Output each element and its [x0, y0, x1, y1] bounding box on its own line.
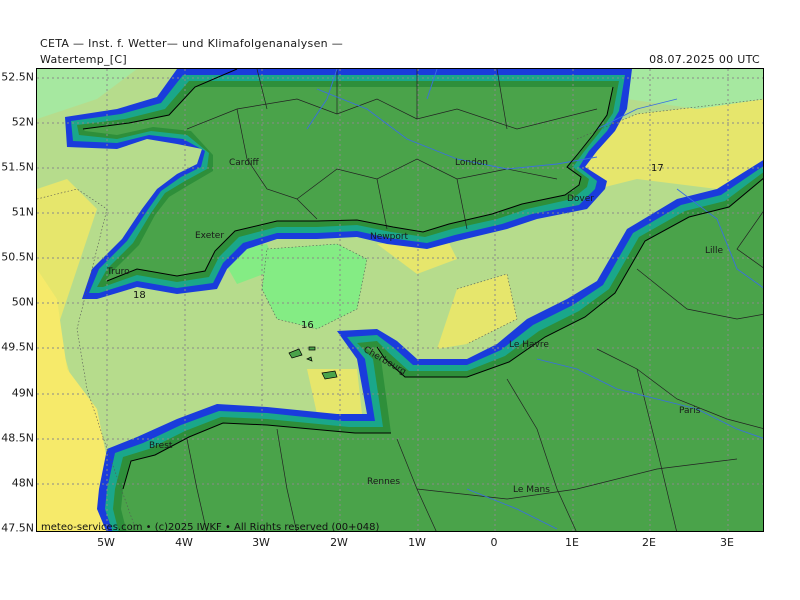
lat-label-52-5n: 52.5N [1, 70, 34, 84]
lat-label-49n: 49N [11, 386, 34, 400]
lon-label-0: 0 [490, 536, 498, 549]
city-newport: Newport [370, 232, 409, 242]
lat-label-52n: 52N [11, 115, 34, 129]
city-le-havre: Le Havre [509, 340, 549, 350]
lat-label-51-5n: 51.5N [1, 160, 34, 174]
city-paris: Paris [679, 406, 701, 416]
contour-label-16: 16 [301, 320, 314, 331]
city-truro: Truro [106, 267, 130, 277]
copyright-credit: meteo-services.com • (c)2025 IWKF • All … [41, 522, 380, 532]
city-rennes: Rennes [367, 477, 400, 487]
lat-label-48n: 48N [11, 476, 34, 490]
lon-label-1e: 1E [565, 536, 579, 549]
city-london: London [455, 158, 488, 168]
sea-temperature-map: Cardiff London Dover Lille Exeter Newpor… [37, 69, 763, 532]
lon-label-3e: 3E [720, 536, 734, 549]
lat-label-50n: 50N [11, 295, 34, 309]
city-brest: Brest [149, 441, 173, 451]
valid-datetime: 08.07.2025 00 UTC [649, 53, 760, 66]
lat-label-51n: 51N [11, 205, 34, 219]
lat-label-47-5n: 47.5N [1, 521, 34, 535]
variable-label: Watertemp_[C] [40, 53, 127, 66]
city-lille: Lille [705, 246, 724, 256]
contour-label-17: 17 [651, 163, 664, 174]
lat-label-48-5n: 48.5N [1, 431, 34, 445]
lon-label-2w: 2W [330, 536, 348, 549]
lat-label-50-5n: 50.5N [1, 250, 34, 264]
city-exeter: Exeter [195, 231, 224, 241]
lat-label-49-5n: 49.5N [1, 340, 34, 354]
map-panel: Cardiff London Dover Lille Exeter Newpor… [36, 68, 764, 532]
lon-label-2e: 2E [642, 536, 656, 549]
contour-label-18: 18 [133, 290, 146, 301]
city-le-mans: Le Mans [513, 485, 550, 495]
city-cardiff: Cardiff [229, 158, 260, 168]
lon-label-5w: 5W [97, 536, 115, 549]
lon-label-1w: 1W [408, 536, 426, 549]
chart-header-title: CETA — Inst. f. Wetter— und Klimafolgena… [40, 37, 344, 50]
lon-label-4w: 4W [175, 536, 193, 549]
lon-label-3w: 3W [252, 536, 270, 549]
city-dover: Dover [567, 194, 594, 204]
